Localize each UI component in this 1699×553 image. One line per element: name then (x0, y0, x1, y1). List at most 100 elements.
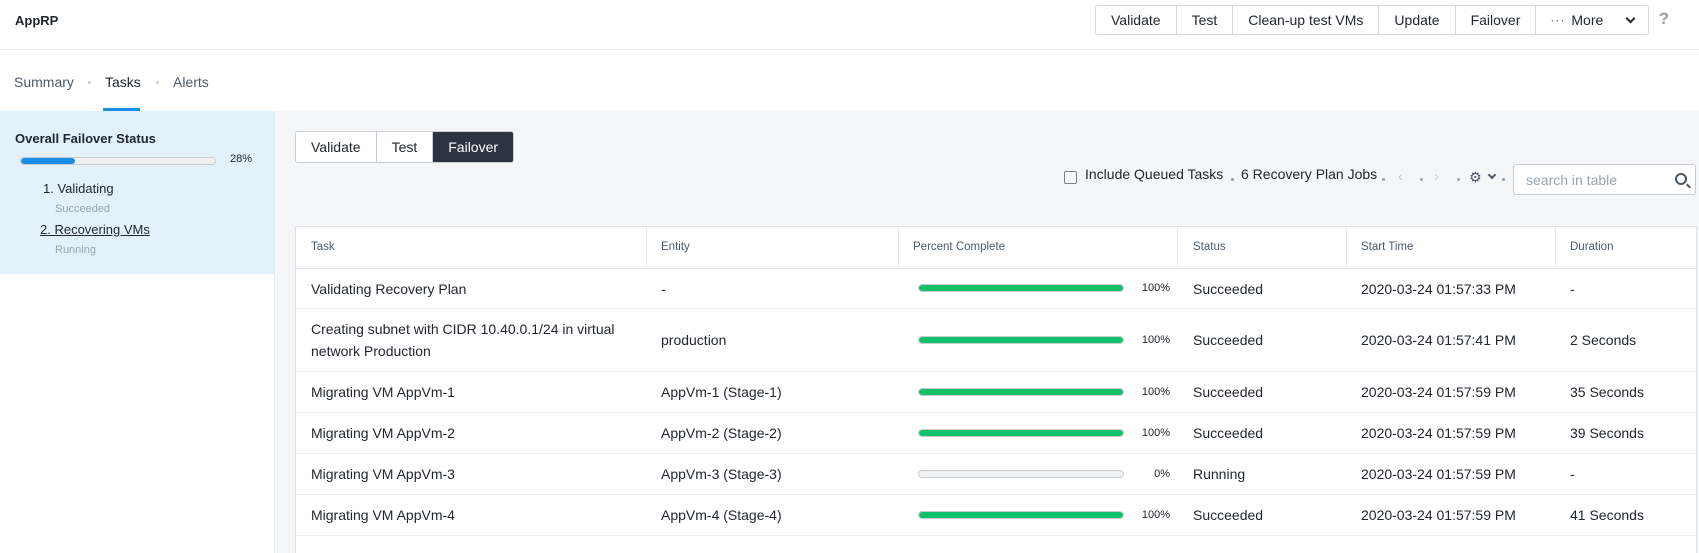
ellipsis-icon: ··· (1550, 13, 1566, 27)
task-mode-filter: Validate Test Failover (295, 131, 515, 163)
start-time-cell: 2020-03-24 01:57:33 PM (1361, 281, 1516, 297)
start-time-cell: 2020-03-24 01:57:59 PM (1361, 384, 1516, 400)
table-row[interactable]: Migrating VM AppVm-4 AppVm-4 (Stage-4) 1… (296, 495, 1696, 536)
duration-cell: 2 Seconds (1570, 332, 1637, 348)
filter-test-button[interactable]: Test (377, 132, 434, 162)
include-queued-checkbox[interactable] (1064, 171, 1077, 184)
column-header-entity[interactable]: Entity (661, 241, 690, 253)
overall-status-title: Overall Failover Status (15, 131, 156, 146)
tasks-table: Task Entity Percent Complete Status Star… (295, 226, 1697, 553)
toolbar-separator (1457, 178, 1460, 181)
more-dropdown-button[interactable]: ··· More (1536, 6, 1648, 34)
task-progress-bar (918, 470, 1124, 478)
overall-progress-bar (20, 157, 216, 165)
entity-cell: AppVm-1 (Stage-1) (661, 384, 782, 400)
tab-separator (88, 81, 91, 84)
previous-page-icon[interactable]: ‹ (1398, 168, 1403, 185)
task-progress-fill (919, 285, 1123, 291)
app-title: AppRP (15, 13, 59, 28)
filter-failover-button[interactable]: Failover (433, 132, 514, 162)
task-cell: Migrating VM AppVm-3 (311, 466, 455, 482)
duration-cell: 39 Seconds (1570, 425, 1644, 441)
step-validating: 1. Validating (43, 181, 114, 196)
toolbar-separator (1231, 178, 1234, 181)
duration-cell: 35 Seconds (1570, 384, 1644, 400)
column-divider (1346, 227, 1347, 269)
tab-summary[interactable]: Summary (14, 74, 74, 90)
column-header-duration[interactable]: Duration (1570, 241, 1613, 253)
table-row[interactable]: Migrating VM AppVm-1 AppVm-1 (Stage-1) 1… (296, 372, 1696, 413)
table-header: Task Entity Percent Complete Status Star… (296, 227, 1696, 269)
task-progress-bar (918, 336, 1124, 344)
entity-cell: production (661, 332, 727, 348)
percent-label: 100% (1141, 282, 1170, 294)
overall-progress-fill (21, 158, 76, 164)
task-progress-fill (919, 430, 1123, 436)
status-cell: Running (1193, 466, 1246, 482)
table-row[interactable]: Migrating VM AppVm-2 AppVm-2 (Stage-2) 1… (296, 413, 1696, 454)
task-cell: Validating Recovery Plan (311, 281, 467, 297)
tab-bar: Summary Tasks Alerts (0, 51, 1699, 111)
overall-progress-percent: 28% (230, 153, 253, 165)
action-button-group: Validate Test Clean-up test VMs Update F… (1095, 5, 1650, 35)
toolbar-separator (1420, 178, 1423, 181)
task-cell: Creating subnet with CIDR 10.40.0.1/24 i… (311, 321, 615, 359)
step-recovering-vms-link[interactable]: 2. Recovering VMs (40, 222, 150, 237)
page-header: AppRP Validate Test Clean-up test VMs Up… (0, 0, 1699, 50)
tab-alerts[interactable]: Alerts (173, 74, 209, 90)
help-icon[interactable]: ? (1655, 9, 1673, 29)
start-time-cell: 2020-03-24 01:57:59 PM (1361, 425, 1516, 441)
percent-label: 100% (1141, 334, 1170, 346)
task-cell: Migrating VM AppVm-1 (311, 384, 455, 400)
table-row[interactable]: Migrating VM AppVm-3 AppVm-3 (Stage-3) 0… (296, 454, 1696, 495)
entity-cell: AppVm-4 (Stage-4) (661, 507, 782, 523)
table-row[interactable]: Creating subnet with CIDR 10.40.0.1/24 i… (296, 309, 1696, 372)
status-cell: Succeeded (1193, 332, 1264, 348)
column-header-percent-complete[interactable]: Percent Complete (913, 241, 1005, 253)
status-cell: Succeeded (1193, 507, 1264, 523)
step-recovering-vms-status: Running (55, 244, 96, 256)
tab-tasks[interactable]: Tasks (105, 74, 141, 90)
entity-cell: AppVm-3 (Stage-3) (661, 466, 782, 482)
percent-label: 100% (1141, 427, 1170, 439)
include-queued-label: Include Queued Tasks (1085, 166, 1224, 182)
start-time-cell: 2020-03-24 01:57:41 PM (1361, 332, 1516, 348)
table-search-box (1513, 164, 1696, 195)
entity-cell: - (661, 281, 666, 297)
task-cell: Migrating VM AppVm-2 (311, 425, 455, 441)
column-header-task[interactable]: Task (311, 241, 335, 253)
failover-status-panel: Overall Failover Status 28% 1. Validatin… (0, 111, 274, 274)
column-header-start-time[interactable]: Start Time (1361, 241, 1413, 253)
table-search-input[interactable] (1526, 170, 1666, 190)
gear-icon[interactable]: ⚙ (1469, 169, 1487, 185)
duration-cell: - (1570, 466, 1575, 482)
test-button[interactable]: Test (1177, 6, 1234, 34)
task-progress-bar (918, 511, 1124, 519)
task-progress-fill (919, 337, 1123, 343)
failover-button[interactable]: Failover (1456, 6, 1537, 34)
cleanup-test-vms-button[interactable]: Clean-up test VMs (1233, 6, 1380, 34)
column-header-status[interactable]: Status (1193, 241, 1226, 253)
start-time-cell: 2020-03-24 01:57:59 PM (1361, 466, 1516, 482)
column-divider (646, 227, 647, 269)
filter-validate-button[interactable]: Validate (296, 132, 377, 162)
validate-button[interactable]: Validate (1096, 6, 1177, 34)
duration-cell: - (1570, 281, 1575, 297)
column-divider (1177, 227, 1178, 269)
update-button[interactable]: Update (1379, 6, 1456, 34)
task-progress-bar (918, 429, 1124, 437)
search-icon[interactable] (1675, 173, 1687, 185)
status-cell: Succeeded (1193, 384, 1264, 400)
more-label: More (1571, 12, 1604, 28)
task-progress-bar (918, 284, 1124, 292)
task-progress-fill (919, 389, 1123, 395)
task-progress-bar (918, 388, 1124, 396)
tab-separator (156, 81, 159, 84)
task-progress-fill (919, 512, 1123, 518)
column-divider (1555, 227, 1556, 269)
task-cell: Migrating VM AppVm-4 (311, 507, 455, 523)
percent-label: 0% (1154, 468, 1170, 480)
status-cell: Succeeded (1193, 281, 1264, 297)
table-row[interactable]: Validating Recovery Plan - 100% Succeede… (296, 269, 1696, 309)
next-page-icon[interactable]: › (1434, 168, 1439, 185)
